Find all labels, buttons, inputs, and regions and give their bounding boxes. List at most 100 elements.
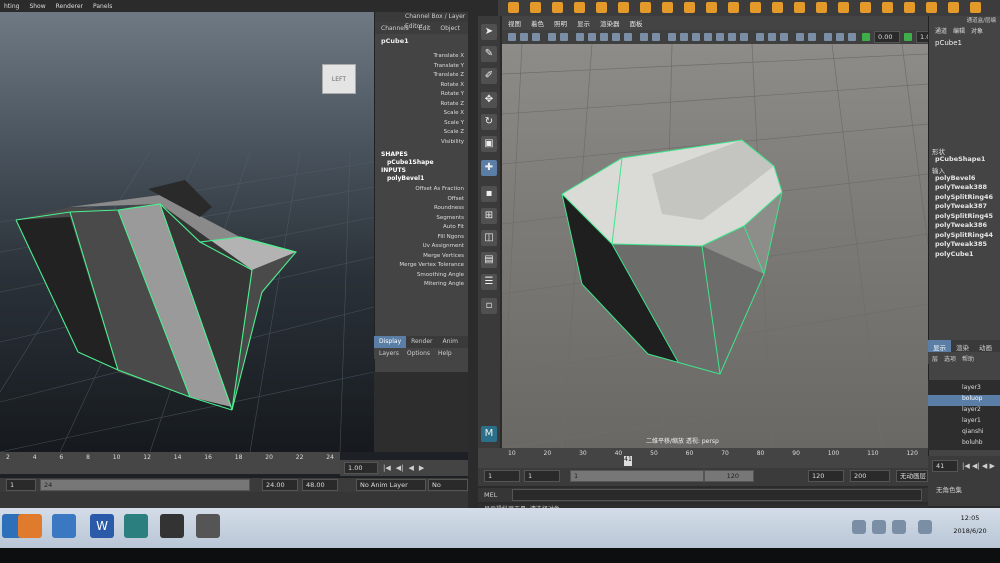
show-manipulator-icon[interactable]: ✚	[481, 160, 497, 176]
input-node[interactable]: polyTweak385	[929, 240, 1000, 250]
step-back-icon[interactable]: ◀|	[396, 464, 404, 472]
attr-row[interactable]: Segments	[375, 214, 468, 224]
zbrush-icon[interactable]	[160, 514, 184, 538]
shelf-extrude-icon[interactable]	[816, 2, 827, 13]
current-frame-field[interactable]: 41	[932, 460, 958, 472]
menu-options[interactable]: 选项	[944, 354, 956, 363]
menu-options[interactable]: Options	[407, 350, 430, 357]
shelf-smooth-icon[interactable]	[926, 2, 937, 13]
shelf-bool-icon[interactable]	[904, 2, 915, 13]
tab-render[interactable]: 渲染	[951, 340, 974, 352]
range-bar[interactable]: 24	[40, 479, 250, 491]
mel-label[interactable]: MEL	[484, 491, 497, 499]
shelf-plane-icon[interactable]	[596, 2, 607, 13]
textured-icon[interactable]	[716, 33, 724, 41]
menu-lighting[interactable]: 照明	[554, 18, 567, 28]
scale-tool-icon[interactable]: ▣	[481, 136, 497, 152]
start-frame-field[interactable]: 1	[484, 470, 520, 482]
attr-row[interactable]: Offset	[375, 195, 468, 205]
isolate-select-icon[interactable]	[808, 33, 816, 41]
tab-edit[interactable]: Edit	[419, 25, 431, 32]
menu-shading[interactable]: 着色	[531, 18, 544, 28]
input-method-icon[interactable]	[918, 520, 932, 534]
anim-layer-dropdown[interactable]: No Anim Layer	[356, 479, 426, 491]
attr-row[interactable]: Auto Fit	[375, 223, 468, 233]
explorer-icon[interactable]	[52, 514, 76, 538]
media-player-icon[interactable]	[18, 514, 42, 538]
smooth-shade-icon[interactable]	[680, 33, 688, 41]
gate-mask-icon[interactable]	[612, 33, 620, 41]
ambient-occlusion-icon[interactable]	[756, 33, 764, 41]
input-node[interactable]: polySplitRing44	[929, 231, 1000, 241]
menu-panels[interactable]: Panels	[93, 3, 112, 10]
view-cube[interactable]: LEFT	[322, 64, 356, 94]
object-name[interactable]: pCube1	[375, 34, 468, 48]
xray-icon[interactable]	[824, 33, 832, 41]
attr-row[interactable]: Merge Vertex Tolerance	[375, 261, 468, 271]
tab-object[interactable]: 对象	[971, 26, 983, 36]
shelf-cone-icon[interactable]	[574, 2, 585, 13]
menu-show[interactable]: Show	[29, 3, 45, 10]
range-start-field[interactable]: 1	[524, 470, 560, 482]
network-icon[interactable]	[872, 520, 886, 534]
attr-row[interactable]: Uv Assignment	[375, 242, 468, 252]
anim-end-field[interactable]: 48.00	[302, 479, 338, 491]
layer-row[interactable]: boluhb	[928, 439, 1000, 450]
attr-row[interactable]: Mitering Angle	[375, 280, 468, 290]
camera-lock-icon[interactable]	[520, 33, 528, 41]
shelf-more-icon[interactable]	[970, 2, 981, 13]
current-frame-field[interactable]: 1.00	[344, 462, 378, 474]
shelf-prism-icon[interactable]	[640, 2, 651, 13]
go-start-icon[interactable]: |◀	[383, 464, 391, 472]
exposure-field[interactable]: 0.00	[874, 31, 900, 43]
attr-row[interactable]: Scale X	[375, 109, 468, 119]
layout-four-icon[interactable]: ⊞	[481, 208, 497, 224]
shelf-pipe-icon[interactable]	[684, 2, 695, 13]
bookmark-icon[interactable]	[548, 33, 556, 41]
menu-renderer[interactable]: Renderer	[56, 3, 83, 10]
tab-object[interactable]: Object	[440, 25, 460, 32]
antialias-icon[interactable]	[780, 33, 788, 41]
lights-icon[interactable]	[728, 33, 736, 41]
play-forward-icon[interactable]: ▶	[419, 464, 424, 472]
input-node[interactable]: polyTweak386	[929, 221, 1000, 231]
wireframe-icon[interactable]	[668, 33, 676, 41]
shelf-helix-icon[interactable]	[706, 2, 717, 13]
attr-row[interactable]: Scale Z	[375, 128, 468, 138]
shelf-soccer-icon[interactable]	[728, 2, 739, 13]
range-end-field[interactable]: 24.00	[262, 479, 298, 491]
tab-display[interactable]: 显示	[928, 340, 951, 352]
shelf-pyramid-icon[interactable]	[662, 2, 673, 13]
anim-end-field[interactable]: 200	[850, 470, 890, 482]
default-material-icon[interactable]	[692, 33, 700, 41]
range-start-field[interactable]: 1	[6, 479, 36, 491]
shelf-mirror-icon[interactable]	[948, 2, 959, 13]
attr-row[interactable]: Roundness	[375, 204, 468, 214]
layer-row[interactable]: layer3	[928, 384, 1000, 395]
time-slider[interactable]: 10 20 30 40 50 60 70 80 90 100 110 120 4…	[478, 448, 928, 468]
menu-lighting[interactable]: hting	[4, 3, 19, 10]
layout-two-icon[interactable]: ◫	[481, 230, 497, 246]
input-node[interactable]: polyTweak388	[929, 183, 1000, 193]
tab-channels[interactable]: Channels	[381, 25, 409, 32]
anim-layer-dropdown[interactable]: 无动画层	[896, 470, 928, 482]
word-icon[interactable]: W	[90, 514, 114, 538]
shelf-cube-icon[interactable]	[508, 2, 519, 13]
layout-outliner-icon[interactable]: ☰	[481, 274, 497, 290]
attr-row[interactable]: Translate X	[375, 52, 468, 62]
tray-icon[interactable]	[852, 520, 866, 534]
input-node[interactable]: polySplitRing46	[929, 193, 1000, 203]
app-icon[interactable]	[196, 514, 220, 538]
image-plane-icon[interactable]	[560, 33, 568, 41]
layout-single-icon[interactable]: ▪	[481, 186, 497, 202]
rotate-tool-icon[interactable]: ↻	[481, 114, 497, 130]
menu-layers[interactable]: 层	[932, 354, 938, 363]
clock[interactable]: 12:05 2018/6/20	[942, 512, 998, 540]
attr-row[interactable]: Merge Vertices	[375, 252, 468, 262]
tab-render[interactable]: Render	[406, 336, 437, 348]
safe-action-icon[interactable]	[640, 33, 648, 41]
shelf-platonic-icon[interactable]	[750, 2, 761, 13]
shelf-separate-icon[interactable]	[794, 2, 805, 13]
attr-row[interactable]: Rotate Y	[375, 90, 468, 100]
tab-channels[interactable]: 通道	[935, 26, 947, 36]
